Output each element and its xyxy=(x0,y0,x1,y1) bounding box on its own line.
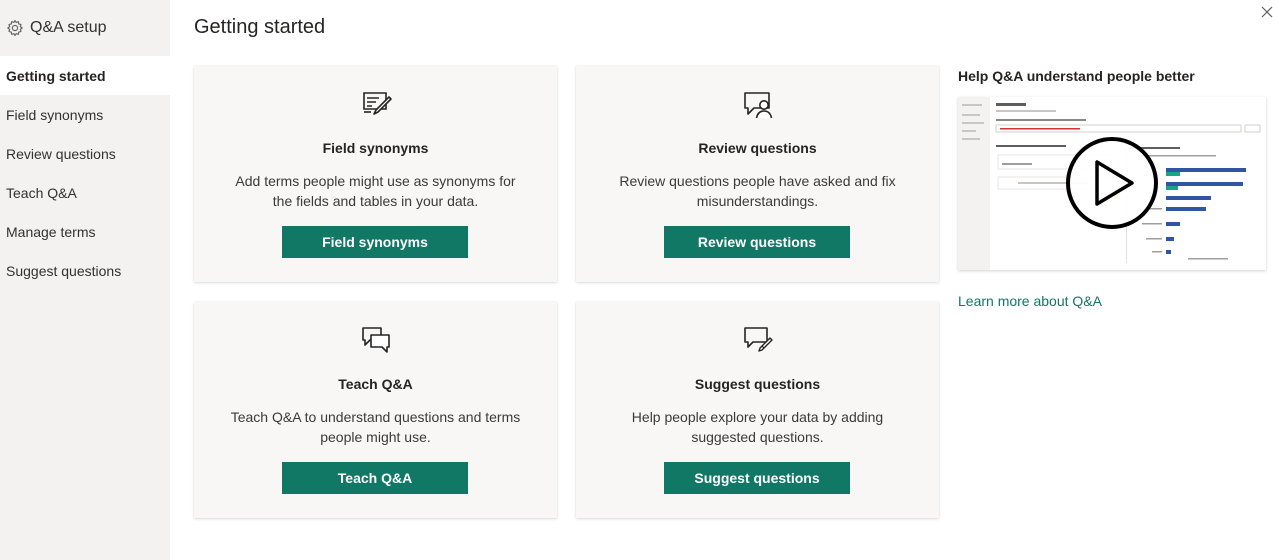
sidebar-item-suggest-questions[interactable]: Suggest questions xyxy=(0,251,170,290)
help-title: Help Q&A understand people better xyxy=(958,68,1195,84)
video-thumbnail[interactable] xyxy=(958,97,1266,270)
card-description: Review questions people have asked and f… xyxy=(619,173,896,209)
page-title: Getting started xyxy=(194,16,326,38)
play-icon[interactable] xyxy=(958,97,1266,270)
sidebar-item-manage-terms[interactable]: Manage terms xyxy=(0,212,170,251)
teach-qa-icon xyxy=(360,324,392,356)
review-questions-button[interactable]: Review questions xyxy=(664,226,850,258)
sidebar-item-field-synonyms[interactable]: Field synonyms xyxy=(0,95,170,134)
teach-qa-button[interactable]: Teach Q&A xyxy=(282,462,468,494)
field-synonyms-icon xyxy=(360,88,392,120)
card-suggest-questions: Suggest questions Help people explore yo… xyxy=(576,302,939,518)
card-title: Field synonyms xyxy=(322,140,429,156)
sidebar-item-review-questions[interactable]: Review questions xyxy=(0,134,170,173)
sidebar-item-teach-qa[interactable]: Teach Q&A xyxy=(0,173,170,212)
card-description: Add terms people might use as synonyms f… xyxy=(235,173,516,209)
gear-icon xyxy=(6,19,24,37)
suggest-questions-button[interactable]: Suggest questions xyxy=(664,462,850,494)
learn-more-link[interactable]: Learn more about Q&A xyxy=(958,293,1102,309)
review-questions-icon xyxy=(742,88,774,120)
sidebar-item-getting-started[interactable]: Getting started xyxy=(0,56,170,95)
suggest-questions-icon xyxy=(742,324,774,356)
sidebar-header: Q&A setup xyxy=(0,0,170,56)
sidebar: Q&A setup Getting started Field synonyms… xyxy=(0,0,170,560)
card-review-questions: Review questions Review questions people… xyxy=(576,66,939,282)
card-title: Teach Q&A xyxy=(338,376,413,392)
card-teach-qa: Teach Q&A Teach Q&A to understand questi… xyxy=(194,302,557,518)
card-field-synonyms: Field synonyms Add terms people might us… xyxy=(194,66,557,282)
card-description: Teach Q&A to understand questions and te… xyxy=(230,409,521,445)
close-icon[interactable] xyxy=(1259,4,1275,20)
card-description: Help people explore your data by adding … xyxy=(631,409,884,445)
sidebar-title: Q&A setup xyxy=(30,19,107,36)
field-synonyms-button[interactable]: Field synonyms xyxy=(282,226,468,258)
card-title: Suggest questions xyxy=(694,376,821,392)
card-title: Review questions xyxy=(698,140,817,156)
